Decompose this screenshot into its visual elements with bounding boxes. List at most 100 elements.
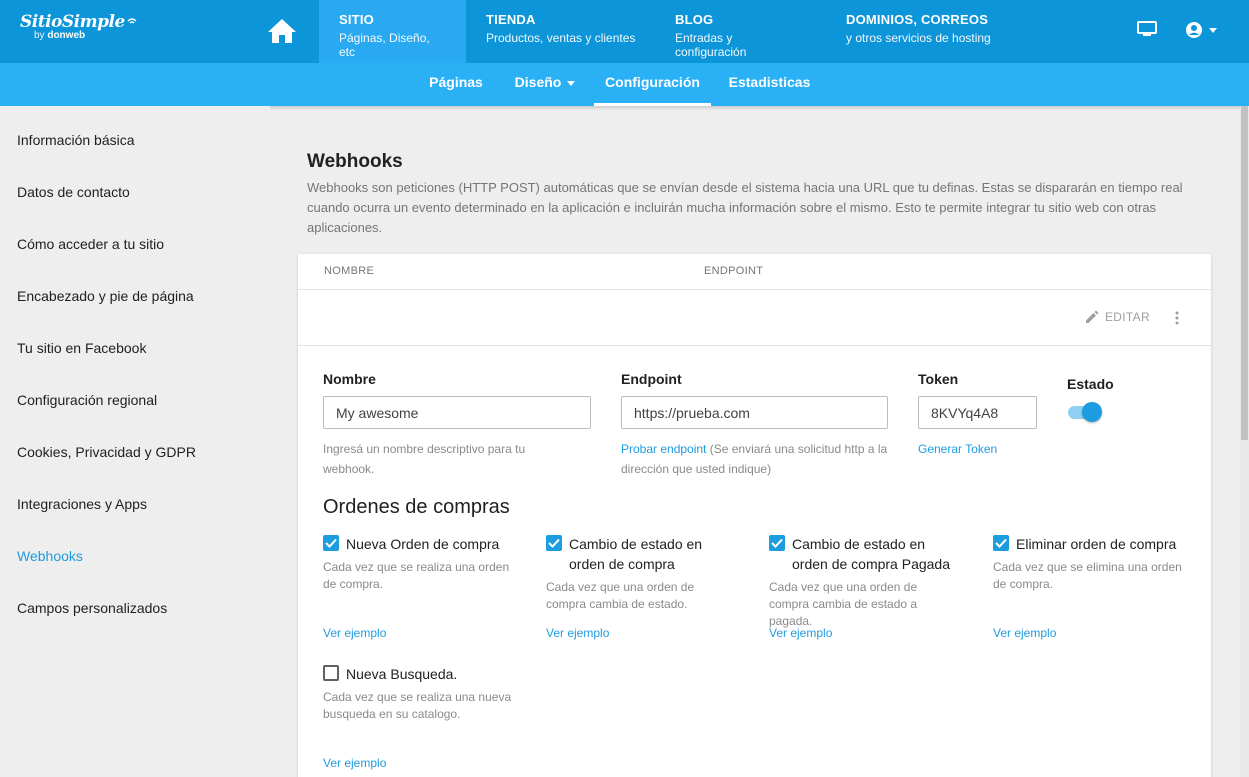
nueva-busqueda-label: Nueva Busqueda. [346, 666, 458, 682]
check-icon [325, 538, 337, 548]
sidebar-item-encabezado[interactable]: Encabezado y pie de página [17, 288, 194, 304]
preview-button[interactable] [1137, 20, 1157, 43]
column-header-endpoint: ENDPOINT [704, 265, 764, 277]
table-row: EDITAR [298, 290, 1211, 346]
topnav-tienda-title: TIENDA [486, 12, 536, 27]
test-endpoint-link[interactable]: Probar endpoint [621, 442, 706, 456]
endpoint-label: Endpoint [621, 371, 682, 387]
cambio-pagada-label: Cambio de estado en orden de compra Paga… [792, 536, 950, 572]
more-vert-icon [1175, 311, 1179, 325]
event-cambio-estado: Cambio de estado en orden de compra Cada… [546, 534, 739, 613]
eliminar-orden-example-link[interactable]: Ver ejemplo [993, 626, 1056, 640]
tab-paginas[interactable]: Páginas [421, 63, 491, 106]
nueva-busqueda-desc: Cada vez que se realiza una nueva busque… [323, 690, 512, 721]
token-field[interactable] [918, 396, 1037, 429]
topnav-dominios[interactable]: DOMINIOS, CORREOS y otros servicios de h… [826, 0, 1016, 63]
toggle-knob [1082, 402, 1102, 422]
page-description: Webhooks son peticiones (HTTP POST) auto… [307, 180, 1183, 235]
endpoint-help: Probar endpoint (Se enviará una solicitu… [621, 439, 896, 479]
event-cambio-pagada: Cambio de estado en orden de compra Paga… [769, 534, 962, 630]
scrollbar[interactable] [1240, 106, 1249, 777]
more-options-button[interactable] [1174, 310, 1180, 331]
generate-token-link[interactable]: Generar Token [918, 442, 997, 456]
topnav-tienda[interactable]: TIENDA Productos, ventas y clientes [466, 0, 656, 63]
topnav-blog-title: BLOG [675, 12, 714, 27]
webhook-card: NOMBRE ENDPOINT EDITAR Nombre Ingresá un… [298, 254, 1211, 777]
cambio-estado-label: Cambio de estado en orden de compra [569, 536, 703, 572]
brand-logo[interactable]: SitioSimple by donweb [20, 12, 137, 41]
tab-diseno[interactable]: Diseño [506, 63, 584, 106]
generate-token-wrapper: Generar Token [918, 439, 997, 459]
check-icon [995, 538, 1007, 548]
sidebar-item-informacion-basica[interactable]: Información básica [17, 132, 135, 148]
eliminar-orden-desc: Cada vez que se elimina una orden de com… [993, 560, 1182, 591]
eliminar-orden-checkbox[interactable] [993, 535, 1009, 551]
cambio-estado-desc: Cada vez que una orden de compra cambia … [546, 580, 695, 611]
event-nueva-orden: Nueva Orden de compra Cada vez que se re… [323, 534, 516, 593]
eliminar-orden-label: Eliminar orden de compra [1016, 536, 1177, 552]
sidebar-item-cookies[interactable]: Cookies, Privacidad y GDPR [17, 444, 196, 460]
account-menu[interactable] [1185, 21, 1217, 39]
nueva-busqueda-example-link[interactable]: Ver ejemplo [323, 756, 386, 770]
check-icon [771, 538, 783, 548]
status-toggle[interactable] [1066, 400, 1102, 422]
sidebar-item-datos-contacto[interactable]: Datos de contacto [17, 184, 130, 200]
cambio-estado-checkbox[interactable] [546, 535, 562, 551]
cambio-pagada-example-link[interactable]: Ver ejemplo [769, 626, 832, 640]
cambio-pagada-desc: Cada vez que una orden de compra cambia … [769, 580, 918, 628]
edit-button[interactable]: EDITAR [1085, 310, 1150, 324]
home-button[interactable] [263, 13, 301, 49]
name-label: Nombre [323, 371, 376, 387]
endpoint-field[interactable] [621, 396, 888, 429]
account-circle-icon [1186, 22, 1202, 38]
name-help: Ingresá un nombre descriptivo para tu we… [323, 442, 526, 476]
brand-name: SitioSimple [20, 12, 125, 32]
nueva-orden-desc: Cada vez que se realiza una orden de com… [323, 560, 510, 591]
token-label: Token [918, 371, 959, 387]
signal-icon [127, 18, 137, 24]
cambio-estado-example-link[interactable]: Ver ejemplo [546, 626, 609, 640]
orders-section-title: Ordenes de compras [323, 496, 510, 518]
chevron-down-icon [1209, 27, 1217, 33]
brand-company: donweb [47, 30, 86, 41]
sidebar-item-como-acceder[interactable]: Cómo acceder a tu sitio [17, 236, 164, 252]
tab-diseno-label: Diseño [514, 74, 562, 90]
sidebar-item-facebook[interactable]: Tu sitio en Facebook [17, 340, 146, 356]
sidebar-item-integraciones[interactable]: Integraciones y Apps [17, 496, 147, 512]
chevron-down-icon [567, 80, 576, 86]
event-nueva-busqueda: Nueva Busqueda. Cada vez que se realiza … [323, 664, 516, 723]
name-field[interactable] [323, 396, 591, 429]
sidebar-item-campos[interactable]: Campos personalizados [17, 600, 167, 616]
status-label: Estado [1067, 376, 1114, 392]
topnav-sitio-sub: Páginas, Diseño, etc [339, 31, 430, 59]
topnav-tienda-sub: Productos, ventas y clientes [486, 31, 636, 45]
pencil-icon [1086, 310, 1099, 323]
page-title: Webhooks [307, 151, 403, 172]
tab-estadisticas[interactable]: Estadisticas [721, 63, 818, 106]
sidebar-item-regional[interactable]: Configuración regional [17, 392, 157, 408]
top-bar: SitioSimple by donweb SITIO Páginas, Dis… [0, 0, 1249, 63]
topnav-sitio[interactable]: SITIO Páginas, Diseño, etc [319, 0, 466, 63]
check-icon [548, 538, 560, 548]
table-header: NOMBRE ENDPOINT [298, 254, 1211, 290]
sidebar-item-webhooks[interactable]: Webhooks [17, 548, 83, 564]
topnav-blog-sub: Entradas y configuración [675, 31, 747, 59]
nueva-orden-label: Nueva Orden de compra [346, 536, 500, 552]
nueva-busqueda-checkbox[interactable] [323, 665, 339, 681]
tab-configuracion[interactable]: Configuración [594, 63, 711, 106]
brand-by: by [34, 30, 45, 41]
topnav-dominios-title: DOMINIOS, CORREOS [846, 12, 989, 27]
nueva-orden-checkbox[interactable] [323, 535, 339, 551]
event-eliminar-orden: Eliminar orden de compra Cada vez que se… [993, 534, 1186, 593]
sidebar: Información básica Datos de contacto Cóm… [0, 106, 270, 777]
topnav-dominios-sub: y otros servicios de hosting [846, 31, 991, 45]
home-icon [268, 19, 296, 43]
topnav-sitio-title: SITIO [339, 12, 374, 27]
nueva-orden-example-link[interactable]: Ver ejemplo [323, 626, 386, 640]
cambio-pagada-checkbox[interactable] [769, 535, 785, 551]
scrollbar-thumb[interactable] [1241, 106, 1248, 440]
column-header-nombre: NOMBRE [324, 265, 375, 277]
sub-nav: Páginas Diseño Configuración Estadistica… [0, 63, 1249, 106]
edit-button-label: EDITAR [1105, 310, 1150, 324]
topnav-blog[interactable]: BLOG Entradas y configuración [655, 0, 827, 63]
